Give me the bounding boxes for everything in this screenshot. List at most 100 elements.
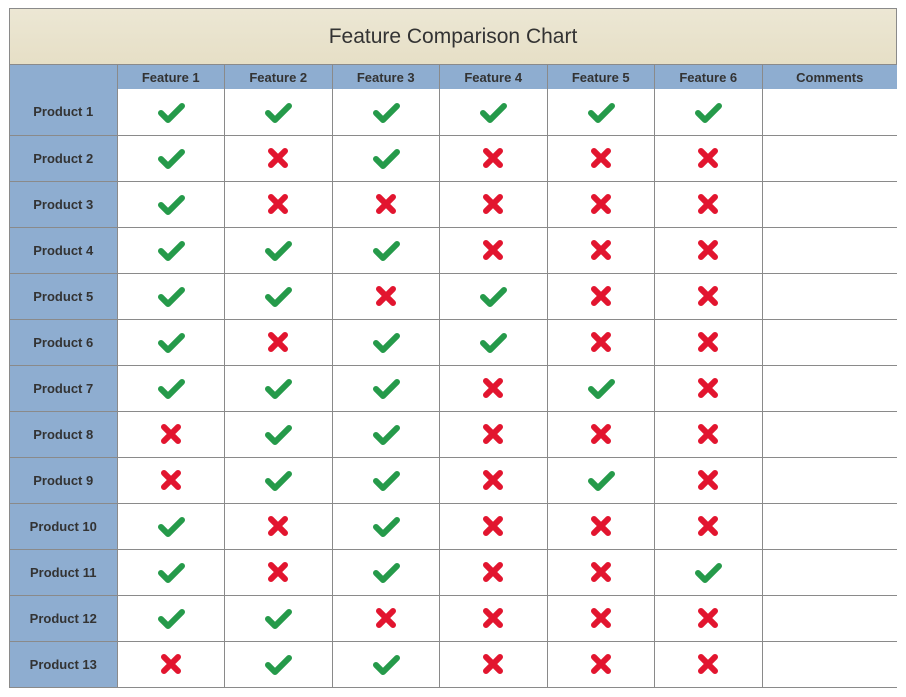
row-header-product: Product 10 [10,503,117,549]
cross-mark-icon [583,600,619,636]
check-mark-icon [260,370,296,406]
cross-mark-icon [583,324,619,360]
comment-cell[interactable] [762,549,897,595]
cross-mark-icon [690,416,726,452]
cross-mark-icon [475,186,511,222]
check-mark-icon [368,554,404,590]
check-mark-icon [153,600,189,636]
feature-cell [225,457,333,503]
cross-mark-icon [475,646,511,682]
feature-cell [655,89,763,135]
comment-cell[interactable] [762,181,897,227]
feature-cell [440,135,548,181]
column-header-feature-1: Feature 1 [117,65,225,89]
row-header-product: Product 11 [10,549,117,595]
check-mark-icon [260,600,296,636]
feature-cell [440,89,548,135]
feature-cell [440,365,548,411]
feature-cell [655,503,763,549]
cross-mark-icon [690,140,726,176]
comment-cell[interactable] [762,365,897,411]
table-body: Product 1Product 2Product 3Product 4Prod… [10,89,897,687]
table-row: Product 1 [10,89,897,135]
feature-cell [117,503,225,549]
feature-cell [547,89,655,135]
table-row: Product 10 [10,503,897,549]
check-mark-icon [153,554,189,590]
cross-mark-icon [153,462,189,498]
cross-mark-icon [368,600,404,636]
feature-cell [547,319,655,365]
feature-cell [440,641,548,687]
cross-mark-icon [690,646,726,682]
feature-cell [225,273,333,319]
cross-mark-icon [583,140,619,176]
feature-cell [547,273,655,319]
feature-cell [655,365,763,411]
feature-cell [655,319,763,365]
feature-cell [332,457,440,503]
comment-cell[interactable] [762,641,897,687]
comment-cell[interactable] [762,135,897,181]
cross-mark-icon [475,232,511,268]
comment-cell[interactable] [762,89,897,135]
check-mark-icon [690,94,726,130]
check-mark-icon [260,278,296,314]
table-row: Product 8 [10,411,897,457]
cross-mark-icon [368,186,404,222]
check-mark-icon [260,416,296,452]
feature-cell [117,181,225,227]
cross-mark-icon [153,416,189,452]
check-mark-icon [583,94,619,130]
feature-cell [225,181,333,227]
column-header-feature-5: Feature 5 [547,65,655,89]
check-mark-icon [153,94,189,130]
feature-cell [547,549,655,595]
comment-cell[interactable] [762,273,897,319]
table-row: Product 9 [10,457,897,503]
cross-mark-icon [583,554,619,590]
feature-cell [117,641,225,687]
feature-cell [440,411,548,457]
row-header-product: Product 7 [10,365,117,411]
feature-cell [332,273,440,319]
feature-cell [655,273,763,319]
cross-mark-icon [583,416,619,452]
check-mark-icon [260,646,296,682]
cross-mark-icon [583,186,619,222]
comment-cell[interactable] [762,457,897,503]
comment-cell[interactable] [762,503,897,549]
table-row: Product 3 [10,181,897,227]
check-mark-icon [368,508,404,544]
comment-cell[interactable] [762,411,897,457]
feature-cell [440,595,548,641]
table-row: Product 2 [10,135,897,181]
check-mark-icon [153,140,189,176]
feature-cell [332,319,440,365]
cross-mark-icon [260,140,296,176]
check-mark-icon [368,140,404,176]
feature-cell [225,227,333,273]
feature-cell [225,365,333,411]
check-mark-icon [153,324,189,360]
feature-cell [225,595,333,641]
comment-cell[interactable] [762,227,897,273]
comment-cell[interactable] [762,595,897,641]
feature-cell [332,503,440,549]
feature-cell [117,135,225,181]
table-row: Product 5 [10,273,897,319]
column-header-feature-4: Feature 4 [440,65,548,89]
comment-cell[interactable] [762,319,897,365]
row-header-product: Product 12 [10,595,117,641]
check-mark-icon [153,232,189,268]
table-row: Product 13 [10,641,897,687]
feature-cell [440,181,548,227]
feature-cell [547,457,655,503]
cross-mark-icon [475,370,511,406]
cross-mark-icon [690,508,726,544]
feature-cell [225,503,333,549]
cross-mark-icon [690,232,726,268]
cross-mark-icon [690,370,726,406]
feature-cell [117,411,225,457]
feature-cell [332,595,440,641]
